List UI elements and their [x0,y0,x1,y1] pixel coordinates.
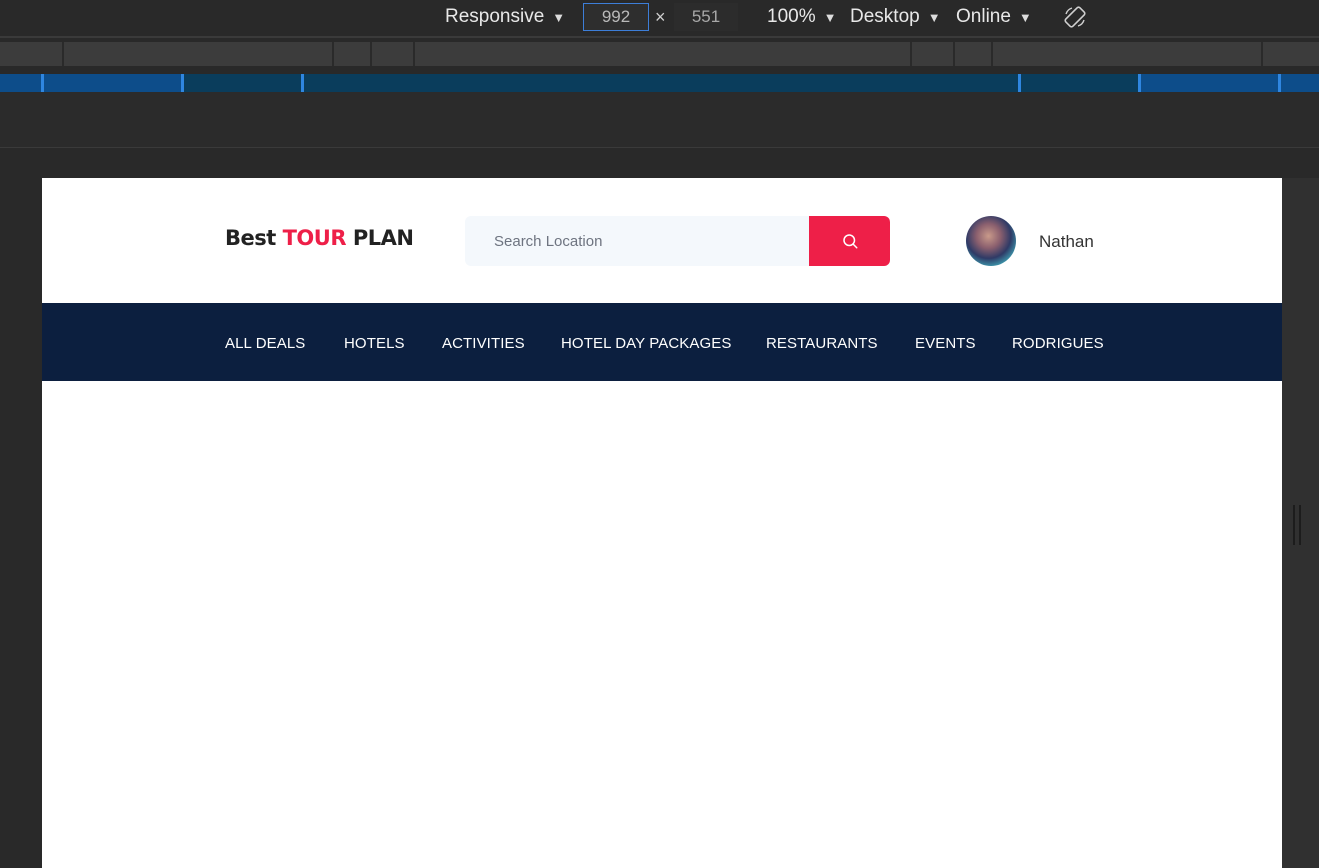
media-query-segment[interactable] [991,42,1261,66]
mode-select[interactable]: Desktop ▼ [850,6,941,28]
search-bar [465,216,890,266]
zoom-label: 100% [767,6,816,27]
chevron-down-icon: ▼ [927,9,941,25]
width-input[interactable]: 992 [583,3,649,31]
avatar[interactable] [966,216,1016,266]
search-button[interactable] [809,216,890,266]
throttle-label: Online [956,6,1011,27]
media-query-segment[interactable] [370,42,413,66]
ruler-area [0,92,1319,148]
chevron-down-icon: ▼ [1018,9,1032,25]
media-query-segment[interactable] [910,42,953,66]
nav-hotels[interactable]: HOTELS [344,335,405,352]
throttle-select[interactable]: Online ▼ [956,6,1032,28]
site-logo[interactable]: Best TOUR PLAN [225,226,414,250]
device-label: Responsive [445,6,545,27]
logo-part-best: Best [225,226,276,250]
media-query-segment[interactable] [413,42,910,66]
media-query-range[interactable] [182,74,1139,92]
breakpoint-marker[interactable] [41,74,44,92]
site-header: Best TOUR PLAN Nathan [42,178,1282,303]
user-name[interactable]: Nathan [1039,232,1094,252]
device-select[interactable]: Responsive ▼ [445,6,565,28]
media-query-bar-blue [0,74,1319,92]
nav-rodrigues[interactable]: RODRIGUES [1012,335,1104,352]
chevron-down-icon: ▼ [552,9,566,25]
breakpoint-marker[interactable] [1138,74,1141,92]
media-query-bar-gray [0,42,1319,66]
media-query-segment[interactable] [1261,42,1319,66]
nav-restaurants[interactable]: RESTAURANTS [766,335,878,352]
height-input[interactable]: 551 [674,3,738,31]
logo-part-plan: PLAN [352,226,414,250]
breakpoint-marker[interactable] [301,74,304,92]
search-icon [842,234,857,249]
emulated-viewport: Best TOUR PLAN Nathan ALL DEALS HOTELS A… [42,178,1282,868]
mode-label: Desktop [850,6,920,27]
rotate-icon[interactable] [1063,5,1087,29]
media-query-segment[interactable] [953,42,991,66]
logo-part-tour: TOUR [282,226,347,250]
resize-handle[interactable] [1293,505,1301,545]
breakpoint-marker[interactable] [181,74,184,92]
media-query-segment[interactable] [62,42,332,66]
media-query-segment[interactable] [332,42,370,66]
nav-hotel-day-packages[interactable]: HOTEL DAY PACKAGES [561,335,731,352]
nav-all-deals[interactable]: ALL DEALS [225,335,305,352]
chevron-down-icon: ▼ [823,9,837,25]
nav-activities[interactable]: ACTIVITIES [442,335,525,352]
breakpoint-marker[interactable] [1018,74,1021,92]
zoom-select[interactable]: 100% ▼ [767,6,836,28]
times-icon: × [655,7,666,27]
breakpoint-marker[interactable] [1278,74,1281,92]
devtools-device-toolbar: Responsive ▼ 992 × 551 100% ▼ Desktop ▼ … [0,0,1319,36]
toolbar-divider [0,36,1319,38]
search-input[interactable] [465,216,809,266]
nav-events[interactable]: EVENTS [915,335,976,352]
main-nav: ALL DEALS HOTELS ACTIVITIES HOTEL DAY PA… [42,303,1282,381]
